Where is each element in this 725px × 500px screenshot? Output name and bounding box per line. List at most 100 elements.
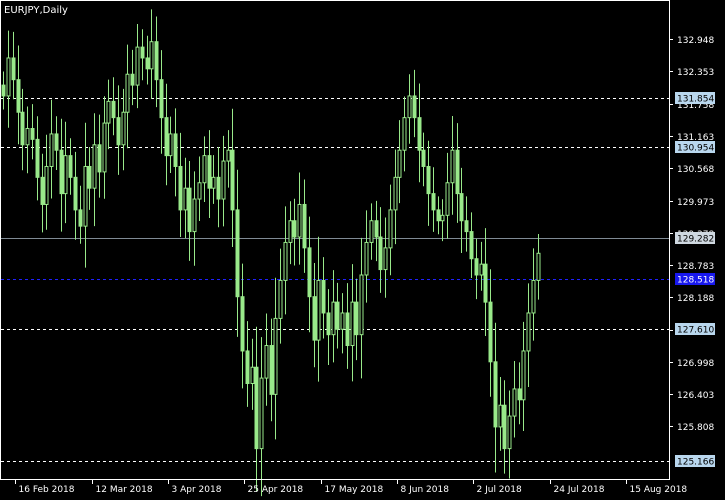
candle-body xyxy=(73,176,78,211)
candle-body xyxy=(292,220,297,238)
chart-background xyxy=(0,0,725,500)
candle-body xyxy=(183,187,188,211)
candle-body xyxy=(20,111,25,146)
candle-body xyxy=(521,350,526,401)
candle-body xyxy=(35,138,40,178)
candle-body xyxy=(340,312,345,330)
candle-body xyxy=(388,209,393,249)
y-tick-label: 132.948 xyxy=(677,36,714,46)
current-price-tag: 128.518 xyxy=(677,276,714,286)
candle-body xyxy=(264,345,269,379)
price-chart[interactable]: EURJPY,Daily 132.948132.353131.758131.16… xyxy=(0,0,725,500)
candle-body xyxy=(488,301,493,363)
candle-body xyxy=(159,79,164,119)
y-tick-label: 132.353 xyxy=(677,68,714,78)
y-tick-label: 126.998 xyxy=(677,359,714,369)
candle-body xyxy=(173,133,178,167)
candle-body xyxy=(412,95,417,119)
candle-body xyxy=(283,241,288,281)
x-tick-label: 25 Apr 2018 xyxy=(248,485,304,495)
candle-body xyxy=(335,301,340,330)
candle-body xyxy=(445,182,450,216)
candle-body xyxy=(297,203,302,238)
candle-body xyxy=(83,165,88,227)
candle-body xyxy=(149,41,154,70)
candle-body xyxy=(230,149,235,211)
candle-body xyxy=(211,176,216,189)
candle-body xyxy=(207,155,212,189)
candle-body xyxy=(178,165,183,211)
x-tick-label: 8 Jun 2018 xyxy=(401,485,450,495)
candle-body xyxy=(197,182,202,200)
candle-body xyxy=(30,128,35,140)
candle-body xyxy=(278,279,283,319)
candle-body xyxy=(240,296,245,352)
candle-body xyxy=(40,176,45,205)
reference-tag: 129.282 xyxy=(677,235,714,245)
candle-body xyxy=(502,404,507,450)
candle-body xyxy=(106,100,111,124)
candle-body xyxy=(378,236,383,271)
candle-body xyxy=(464,220,469,233)
candle-body xyxy=(383,247,388,271)
candle-body xyxy=(517,388,522,401)
candle-body xyxy=(130,73,135,86)
candle-body xyxy=(417,117,422,151)
candle-body xyxy=(459,193,464,222)
x-tick-label: 12 Mar 2018 xyxy=(96,485,153,495)
candle-body xyxy=(111,100,116,119)
candle-body xyxy=(474,258,479,276)
candle-body xyxy=(154,41,159,81)
candle-body xyxy=(440,214,445,222)
candle-body xyxy=(288,220,293,243)
candle-body xyxy=(483,263,488,303)
candle-body xyxy=(145,57,150,70)
y-tick-label: 129.973 xyxy=(677,198,714,208)
candle-body xyxy=(455,149,460,195)
x-tick-label: 16 Feb 2018 xyxy=(19,485,75,495)
candle-body xyxy=(536,252,541,281)
y-tick-label: 126.403 xyxy=(677,391,714,401)
symbol-label: EURJPY,Daily xyxy=(4,5,68,16)
candle-body xyxy=(350,301,355,347)
candle-body xyxy=(102,122,107,173)
candle-body xyxy=(116,117,121,146)
level-tag: 125.166 xyxy=(677,458,714,468)
candle-body xyxy=(331,301,336,336)
y-tick-label: 128.188 xyxy=(677,294,714,304)
candle-body xyxy=(364,241,369,276)
candle-body xyxy=(302,203,307,249)
candle-body xyxy=(316,279,321,341)
candle-body xyxy=(421,149,426,167)
candle-body xyxy=(493,361,498,428)
level-tag: 127.610 xyxy=(677,326,714,336)
candle-body xyxy=(11,57,16,81)
candle-body xyxy=(426,165,431,195)
candle-body xyxy=(97,144,102,173)
candle-body xyxy=(59,149,64,195)
candle-body xyxy=(397,149,402,178)
candle-body xyxy=(121,111,126,146)
candle-body xyxy=(202,155,207,184)
candle-body xyxy=(187,187,192,233)
candle-body xyxy=(250,366,255,385)
x-tick-label: 15 Aug 2018 xyxy=(630,485,688,495)
candle-body xyxy=(125,73,130,113)
x-tick-label: 17 May 2018 xyxy=(325,485,384,495)
candle-body xyxy=(6,57,11,97)
candle-body xyxy=(54,133,59,151)
x-tick-label: 24 Jul 2018 xyxy=(554,485,605,495)
candle-body xyxy=(436,209,441,222)
candle-body xyxy=(431,193,436,211)
candle-body xyxy=(269,345,274,395)
candle-body xyxy=(49,133,54,167)
candle-body xyxy=(92,144,97,189)
candle-body xyxy=(402,117,407,151)
candle-body xyxy=(374,220,379,238)
candle-body xyxy=(273,317,278,395)
candle-body xyxy=(44,165,49,205)
candle-body xyxy=(226,149,231,162)
candle-body xyxy=(87,165,92,189)
candle-body xyxy=(469,231,474,260)
candle-body xyxy=(78,209,83,227)
